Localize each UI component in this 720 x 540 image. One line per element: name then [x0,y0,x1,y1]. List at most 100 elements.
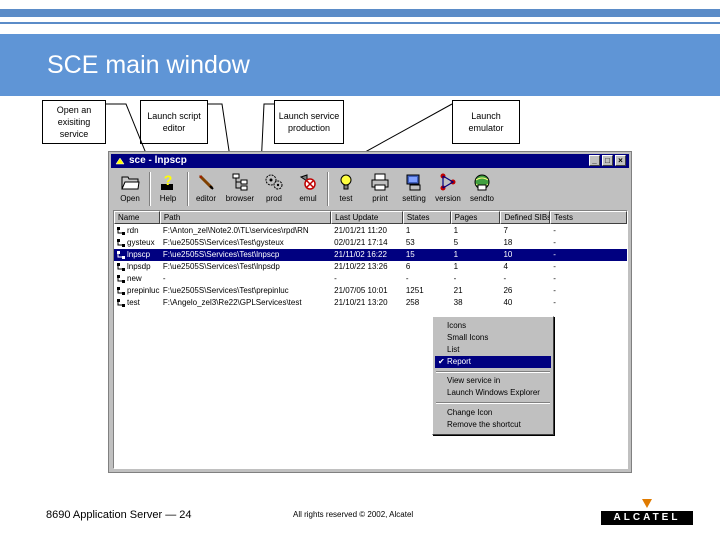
table-row[interactable]: rdn F:\Anton_zel\Note2.0\TL\services\rpd… [114,225,627,237]
column-header-name[interactable]: Name [114,211,160,224]
app-icon [115,157,125,165]
row-pages: 21 [453,286,463,295]
service-icon [117,263,125,271]
row-tests: - [553,286,556,295]
editor-button[interactable]: editor [189,170,223,208]
row-sibs: 7 [503,226,508,235]
row-name: new [127,274,142,283]
column-header-tests[interactable]: Tests [550,211,627,224]
list-header: Name Path Last Update States Pages Defin… [114,211,627,224]
table-row[interactable]: prepinluc F:\ue2505S\Services\Test\prepi… [114,285,627,297]
editor-label: editor [195,194,216,203]
sendto-button[interactable]: sendto [465,170,499,208]
minimize-button[interactable]: _ [589,155,600,166]
top-stripe [0,9,720,17]
help-icon: ? [157,170,179,194]
version-button[interactable]: version [431,170,465,208]
menu-item-change-icon[interactable]: Change Icon [435,407,551,419]
editor-icon [195,170,217,194]
service-icon [117,227,125,235]
menu-item-label: View service in [447,376,501,385]
row-name-cell: lnpscp [114,249,160,261]
footer-copyright: All rights reserved © 2002, Alcatel [293,510,414,519]
menu-item-label: List [447,345,460,354]
menu-item-list[interactable]: List [435,344,551,356]
table-row[interactable]: new - - - - - - [114,273,627,285]
row-last-update: 21/11/02 16:22 [331,249,403,261]
setting-button[interactable]: setting [397,170,431,208]
table-row[interactable]: gysteux F:\ue2505S\Services\Test\gysteux… [114,237,627,249]
row-name: lnpscp [127,250,151,259]
footer-page-label: 8690 Application Server — 24 [46,509,192,521]
row-name-cell: gysteux [114,237,160,249]
table-row[interactable]: test F:\Angelo_zel3\Re22\GPLServices\tes… [114,297,627,309]
menu-item-icons[interactable]: Icons [435,320,551,332]
row-sibs: 18 [503,238,513,247]
row-path: - [162,274,166,283]
row-last-update: 21/10/22 13:26 [334,262,388,271]
logo-wordmark: ALCATEL [601,511,693,525]
maximize-button[interactable]: □ [602,155,613,166]
row-sibs: 26 [503,286,513,295]
row-sibs: - [503,274,507,283]
service-icon [117,299,125,307]
row-name: prepinluc [127,286,160,295]
emul-button[interactable]: emul [291,170,325,208]
print-label: print [372,194,388,203]
row-name-cell: lnpsdp [114,261,160,273]
table-row-selected[interactable]: lnpscp F:\ue2505S\Services\Test\lnpscp 2… [114,249,627,261]
setting-label: setting [402,194,426,203]
sendto-label: sendto [469,194,495,203]
sendto-icon [471,170,493,194]
row-last-update: 02/01/21 17:14 [334,238,388,247]
table-row[interactable]: lnpsdp F:\ue2505S\Services\Test\lnpsdp 2… [114,261,627,273]
browser-label: browser [225,194,255,203]
window-titlebar[interactable]: sce - lnpscp _ □ × [111,154,629,168]
column-header-path[interactable]: Path [159,211,332,224]
alcatel-logo: ALCATEL [601,498,693,528]
row-sibs: 40 [503,298,513,307]
menu-item-view-service[interactable]: View service in [435,375,551,387]
prod-label: prod [265,194,282,203]
toolbar: Open ? Help editor browser prod emul tes… [111,169,629,209]
column-header-states[interactable]: States [402,211,451,224]
prod-icon [263,170,285,194]
row-name-cell: test [114,297,160,309]
row-path: F:\ue2505S\Services\Test\lnpsdp [162,262,280,271]
row-name-cell: new [114,273,160,285]
menu-item-remove-shortcut[interactable]: Remove the shortcut [435,419,551,431]
row-sibs: 10 [500,249,551,261]
service-icon [117,239,125,247]
row-name-cell: prepinluc [114,285,160,297]
row-sibs: 4 [503,262,508,271]
browser-button[interactable]: browser [223,170,257,208]
row-states: 53 [405,238,415,247]
row-pages: 1 [453,226,459,235]
column-header-last-update[interactable]: Last Update [331,211,403,224]
checkmark-icon: ✔ [438,357,445,366]
menu-item-report[interactable]: ✔ Report [435,356,551,368]
open-button[interactable]: Open [113,170,147,208]
print-button[interactable]: print [363,170,397,208]
callout-emulator: Launch emulator [452,100,520,144]
prod-button[interactable]: prod [257,170,291,208]
help-button[interactable]: ? Help [151,170,185,208]
menu-item-label: Icons [447,321,467,330]
menu-item-small-icons[interactable]: Small Icons [435,332,551,344]
open-label: Open [120,194,140,203]
close-button[interactable]: × [615,155,626,166]
column-header-defined-sibs[interactable]: Defined SIBs [500,211,551,224]
test-button[interactable]: test [329,170,363,208]
callout-open-service: Open an exisiting service [42,100,106,144]
menu-separator [436,402,550,404]
row-pages: - [453,274,457,283]
column-header-pages[interactable]: Pages [450,211,501,224]
emul-icon [297,170,319,194]
menu-separator [436,371,550,373]
logo-triangle-icon [642,499,652,508]
help-label: Help [159,194,177,203]
menu-item-launch-explorer[interactable]: Launch Windows Explorer [435,387,551,399]
row-tests: - [550,249,627,261]
emul-label: emul [299,194,317,203]
row-path: F:\ue2505S\Services\Test\lnpscp [159,249,332,261]
